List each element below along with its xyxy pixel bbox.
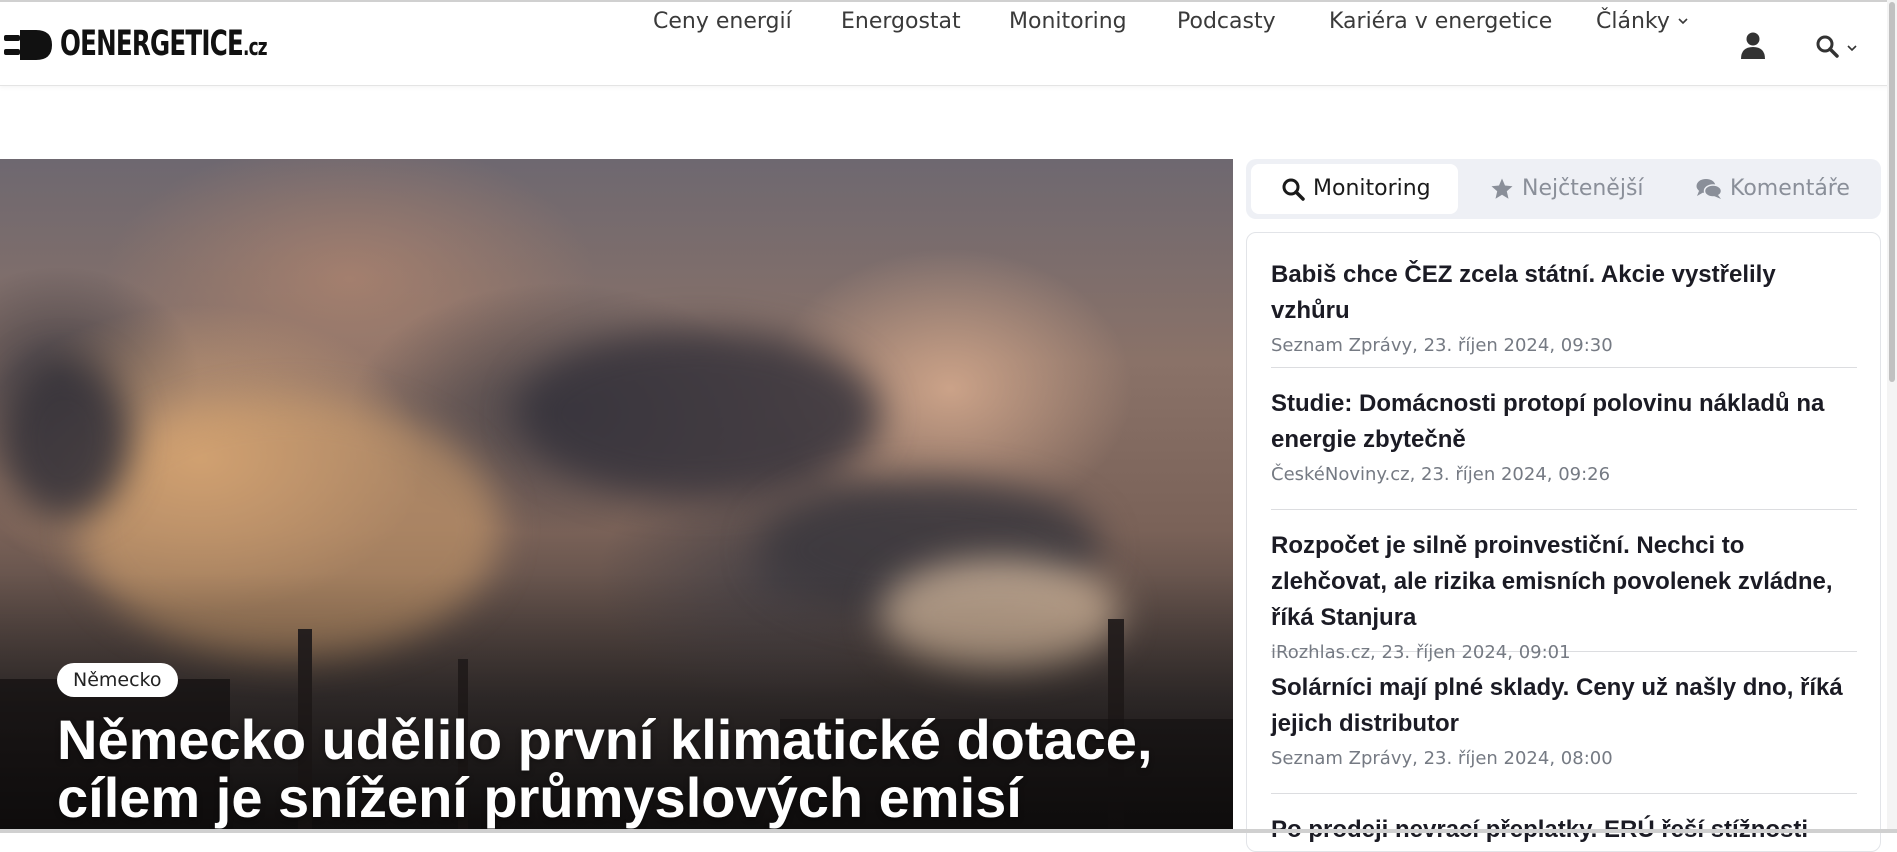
- list-item[interactable]: Solárníci mají plné sklady. Ceny už našl…: [1271, 652, 1857, 794]
- list-item[interactable]: Po prodeji nevrací přeplatky. ERÚ řeší s…: [1271, 794, 1857, 851]
- window-bottom-border: [0, 829, 1897, 833]
- nav-podcasty[interactable]: Podcasty: [1177, 2, 1276, 42]
- feed-item-title[interactable]: Rozpočet je silně proinvestiční. Nechci …: [1271, 528, 1857, 636]
- hero-title[interactable]: Německo udělilo první klimatické dotace,…: [57, 711, 1207, 827]
- nav-clanky-dropdown[interactable]: Články: [1596, 2, 1688, 42]
- site-logo[interactable]: OENERGETICE.cz: [4, 26, 325, 62]
- hero-image-smoke: [520, 329, 880, 499]
- sidebar-tabs: Monitoring Nejčtenější Komentáře: [1246, 159, 1881, 219]
- feed-item-meta: Seznam Zprávy, 23. říjen 2024, 08:00: [1271, 748, 1613, 769]
- star-icon: [1491, 178, 1513, 199]
- feed-item-meta: ČeskéNoviny.cz, 23. říjen 2024, 09:26: [1271, 464, 1611, 485]
- site-header: OENERGETICE.cz Ceny energií Energostat M…: [0, 2, 1897, 86]
- list-item[interactable]: Rozpočet je silně proinvestiční. Nechci …: [1271, 510, 1857, 663]
- hero-image-smoke: [0, 359, 130, 519]
- nav-clanky-label: Články: [1596, 9, 1670, 34]
- logo-tld: .cz: [242, 32, 268, 61]
- list-item[interactable]: Studie: Domácnosti protopí polovinu nákl…: [1271, 368, 1857, 510]
- tab-komentare-label: Komentáře: [1730, 176, 1850, 201]
- user-icon[interactable]: [1741, 32, 1765, 60]
- tab-monitoring[interactable]: Monitoring: [1251, 164, 1458, 214]
- tab-komentare[interactable]: Komentáře: [1696, 164, 1850, 214]
- nav-ceny-energii[interactable]: Ceny energií: [653, 2, 792, 42]
- feed-item-title[interactable]: Babiš chce ČEZ zcela státní. Akcie vystř…: [1271, 257, 1857, 329]
- hero-category-tag[interactable]: Německo: [57, 663, 178, 697]
- feed-item-title[interactable]: Studie: Domácnosti protopí polovinu nákl…: [1271, 386, 1857, 458]
- plug-icon: [4, 30, 52, 60]
- nav-energostat[interactable]: Energostat: [841, 2, 961, 42]
- scrollbar-thumb[interactable]: [1889, 2, 1895, 382]
- nav-kariera[interactable]: Kariéra v energetice: [1329, 2, 1552, 42]
- tab-monitoring-label: Monitoring: [1313, 176, 1431, 201]
- tab-nejctenejsi-label: Nejčtenější: [1522, 176, 1644, 201]
- chevron-down-icon: [1678, 18, 1688, 25]
- monitoring-feed: Babiš chce ČEZ zcela státní. Akcie vystř…: [1246, 232, 1881, 852]
- logo-text: OENERGETICE: [60, 23, 244, 64]
- search-icon: [1282, 178, 1305, 201]
- chevron-down-icon[interactable]: [1846, 42, 1858, 54]
- hero-article[interactable]: Německo Německo udělilo první klimatické…: [0, 159, 1233, 833]
- tab-nejctenejsi[interactable]: Nejčtenější: [1490, 164, 1644, 214]
- feed-item-title[interactable]: Solárníci mají plné sklady. Ceny už našl…: [1271, 670, 1857, 742]
- feed-item-meta: Seznam Zprávy, 23. říjen 2024, 09:30: [1271, 335, 1613, 356]
- page-scrollbar[interactable]: [1887, 0, 1897, 833]
- search-icon[interactable]: [1815, 34, 1839, 58]
- nav-monitoring[interactable]: Monitoring: [1009, 2, 1127, 42]
- comments-icon: [1696, 179, 1722, 199]
- list-item[interactable]: Babiš chce ČEZ zcela státní. Akcie vystř…: [1271, 257, 1857, 368]
